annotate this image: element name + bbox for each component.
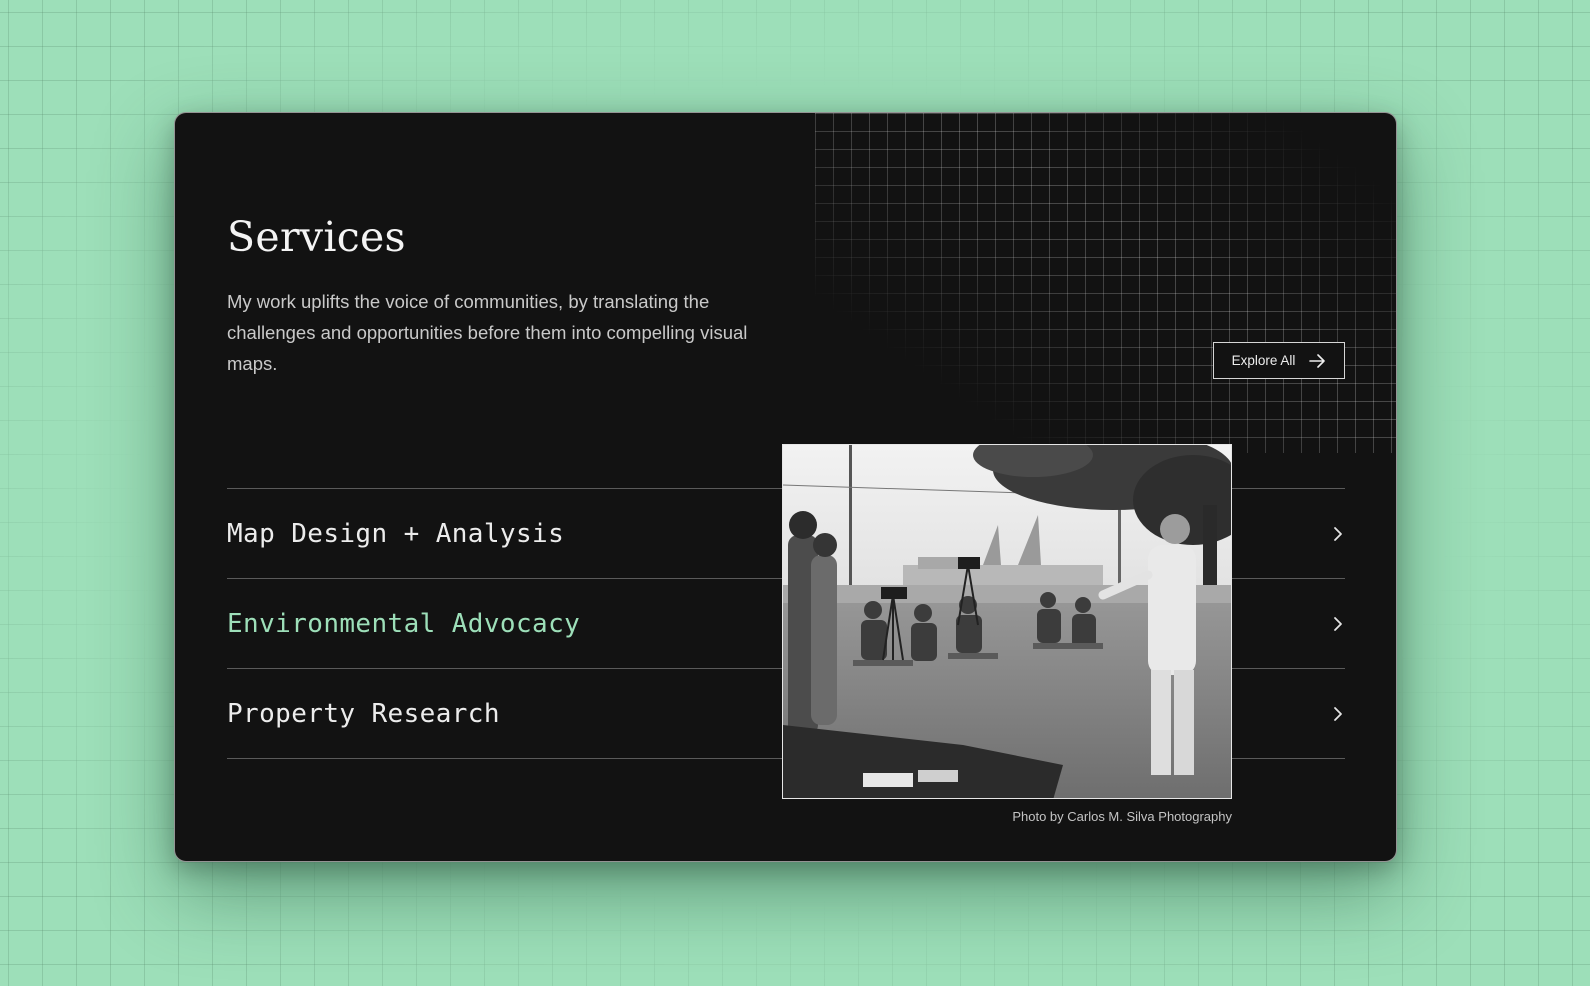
community-meeting-photo xyxy=(782,444,1232,799)
section-title: Services xyxy=(227,213,406,261)
service-label: Property Research xyxy=(227,698,500,729)
explore-all-label: Explore All xyxy=(1231,353,1296,368)
chevron-right-icon xyxy=(1334,706,1342,721)
chevron-right-icon xyxy=(1334,616,1342,631)
explore-all-button[interactable]: Explore All xyxy=(1213,342,1345,379)
chevron-right-icon xyxy=(1334,526,1342,541)
section-intro: My work uplifts the voice of communities… xyxy=(227,291,748,374)
photo-illustration xyxy=(783,445,1231,798)
decorative-grid xyxy=(815,113,1396,453)
services-card: Services My work uplifts the voice of co… xyxy=(174,112,1397,862)
service-label: Map Design + Analysis xyxy=(227,518,565,549)
service-label: Environmental Advocacy xyxy=(227,608,581,639)
arrow-right-icon xyxy=(1309,353,1326,368)
photo-caption: Photo by Carlos M. Silva Photography xyxy=(1012,809,1232,824)
